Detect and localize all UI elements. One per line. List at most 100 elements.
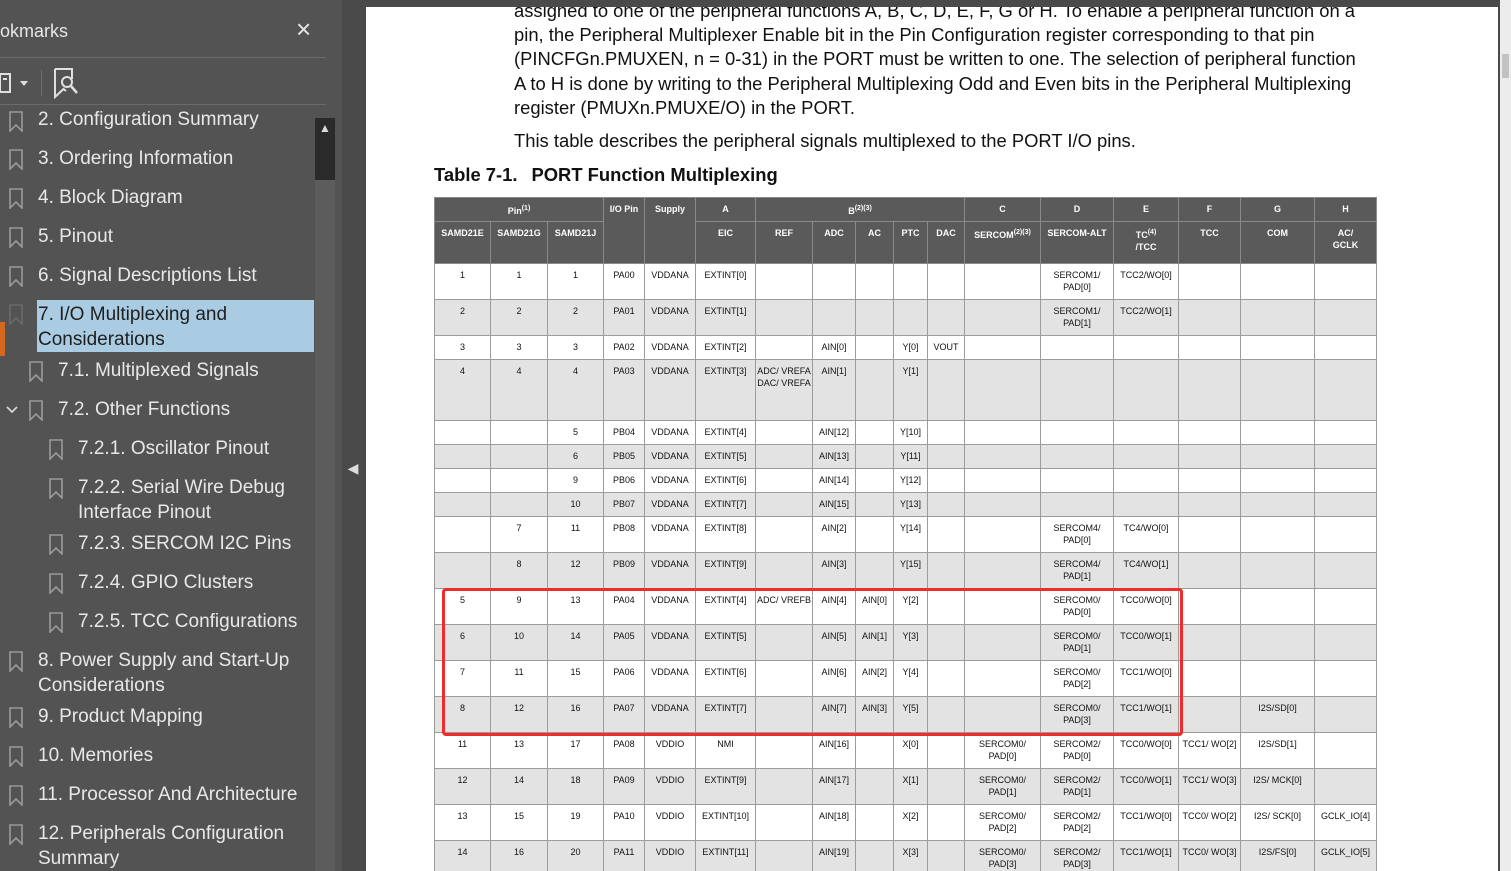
header-h: H bbox=[1314, 197, 1377, 222]
table-cell: 1 bbox=[434, 263, 491, 300]
table-cell: VDDANA bbox=[644, 624, 696, 661]
bookmark-item-power-supply[interactable]: 8. Power Supply and Start-Up Considerati… bbox=[0, 648, 314, 700]
header-c: C bbox=[964, 197, 1041, 222]
bookmark-item-other-functions[interactable]: 7.2. Other Functions bbox=[0, 397, 314, 423]
bookmark-label: 3. Ordering Information bbox=[38, 148, 234, 169]
table-cell: PA06 bbox=[603, 660, 645, 697]
collapse-panel-arrow-icon[interactable]: ◀ bbox=[345, 456, 361, 480]
find-bookmark-button[interactable] bbox=[52, 67, 82, 100]
table-cell: AIN[0] bbox=[855, 588, 894, 625]
table-cell: Y[13] bbox=[893, 492, 928, 517]
table-cell: I2S/FS[0] bbox=[1240, 840, 1315, 871]
table-cell: AIN[15] bbox=[812, 492, 856, 517]
table-cell: VDDANA bbox=[644, 516, 696, 553]
table-cell: 3 bbox=[490, 335, 548, 360]
table-cell bbox=[1314, 552, 1377, 589]
table-cell bbox=[927, 420, 965, 445]
table-cell bbox=[1314, 335, 1377, 360]
scroll-up-icon[interactable]: ▲ bbox=[315, 118, 335, 138]
bookmark-item-oscillator-pinout[interactable]: 7.2.1. Oscillator Pinout bbox=[0, 436, 314, 462]
bookmark-icon bbox=[9, 746, 23, 767]
table-cell: TCC0/ WO[2] bbox=[1178, 804, 1241, 841]
bookmark-item-block-diagram[interactable]: 4. Block Diagram bbox=[0, 185, 314, 211]
table-cell: AIN[7] bbox=[812, 696, 856, 733]
bookmark-item-ordering-information[interactable]: 3. Ordering Information bbox=[0, 146, 314, 172]
table-cell bbox=[1178, 468, 1241, 493]
table-cell bbox=[855, 804, 894, 841]
table-cell: TCC0/WO[1] bbox=[1113, 768, 1179, 805]
table-cell bbox=[1113, 492, 1179, 517]
table-cell: PA10 bbox=[603, 804, 645, 841]
bookmark-item-peripherals-configuration[interactable]: 12. Peripherals Configuration Summary bbox=[0, 821, 314, 871]
table-cell bbox=[812, 299, 856, 336]
footnote-ref: (2)(3) bbox=[1013, 229, 1031, 236]
close-panel-button[interactable]: × bbox=[296, 16, 311, 42]
document-scrollbar[interactable] bbox=[1500, 0, 1511, 871]
table-cell bbox=[1178, 588, 1241, 625]
table-cell: SERCOM0/ PAD[0] bbox=[964, 732, 1041, 769]
table-cell bbox=[1040, 492, 1114, 517]
bookmark-item-memories[interactable]: 10. Memories bbox=[0, 743, 314, 769]
table-cell: 11 bbox=[547, 516, 604, 553]
header-text: Pin bbox=[507, 206, 522, 216]
bookmark-item-serial-wire-debug[interactable]: 7.2.2. Serial Wire Debug Interface Pinou… bbox=[0, 475, 314, 527]
bookmark-item-configuration-summary[interactable]: 2. Configuration Summary bbox=[0, 107, 314, 133]
bookmark-label: 7.2.2. Serial Wire Debug Interface Pinou… bbox=[78, 475, 285, 525]
table-cell: VDDIO bbox=[644, 768, 696, 805]
bookmark-item-processor-architecture[interactable]: 11. Processor And Architecture bbox=[0, 782, 314, 808]
bookmark-icon bbox=[29, 400, 43, 421]
table-cell bbox=[1178, 359, 1241, 421]
table-cell: 14 bbox=[490, 768, 548, 805]
footnote-ref: (4) bbox=[1147, 229, 1157, 236]
table-cell bbox=[1314, 492, 1377, 517]
table-header-row: Pin(1) I/O Pin Supply A B(2)(3) C D E F … bbox=[434, 197, 1377, 264]
table-cell bbox=[1240, 263, 1315, 300]
table-cell: VDDANA bbox=[644, 660, 696, 697]
table-cell bbox=[1178, 516, 1241, 553]
table-cell: I2S/SD[1] bbox=[1240, 732, 1315, 769]
text-line: pin, the Peripheral Multiplexer Enable b… bbox=[514, 24, 1315, 46]
table-cell bbox=[755, 840, 813, 871]
bookmark-options-button[interactable] bbox=[0, 71, 34, 95]
table-cell bbox=[755, 468, 813, 493]
table-cell bbox=[755, 768, 813, 805]
table-row: 10 PB07 VDDANA EXTINT[7] AIN[15] Y[13] bbox=[434, 492, 1377, 517]
table-cell: I2S/ SCK[0] bbox=[1240, 804, 1315, 841]
bookmark-label-line: Considerations bbox=[38, 675, 165, 696]
table-cell: 5 bbox=[434, 588, 491, 625]
header-g: G bbox=[1240, 197, 1315, 222]
header-samd21j: SAMD21J bbox=[547, 221, 604, 264]
table-row: 1 1 1 PA00 VDDANA EXTINT[0] SERCOM1/ PAD[0] TCC… bbox=[434, 263, 1377, 300]
table-cell bbox=[812, 263, 856, 300]
table-cell: PA04 bbox=[603, 588, 645, 625]
table-row: 6 PB05 VDDANA EXTINT[5] AIN[13] Y[11] bbox=[434, 444, 1377, 469]
table-cell: PB09 bbox=[603, 552, 645, 589]
bookmark-item-gpio-clusters[interactable]: 7.2.4. GPIO Clusters bbox=[0, 570, 314, 596]
bookmark-item-pinout[interactable]: 5. Pinout bbox=[0, 224, 314, 250]
chevron-down-icon[interactable] bbox=[6, 406, 18, 414]
table-cell: EXTINT[5] bbox=[695, 444, 756, 469]
table-cell: VDDANA bbox=[644, 468, 696, 493]
scrollbar-thumb[interactable] bbox=[315, 180, 335, 871]
bookmark-item-io-multiplexing[interactable]: 7. I/O Multiplexing and Considerations bbox=[0, 300, 314, 352]
bookmark-label: 9. Product Mapping bbox=[38, 706, 203, 727]
table-cell bbox=[1240, 468, 1315, 493]
table-cell: GCLK_IO[5] bbox=[1314, 840, 1377, 871]
bookmark-icon bbox=[49, 534, 63, 555]
bookmark-item-sercom-i2c-pins[interactable]: 7.2.3. SERCOM I2C Pins bbox=[0, 531, 314, 557]
table-cell bbox=[434, 552, 491, 589]
bookmarks-scrollbar[interactable]: ▲ bbox=[315, 118, 335, 871]
bookmark-item-signal-descriptions[interactable]: 6. Signal Descriptions List bbox=[0, 263, 314, 289]
header-samd21e: SAMD21E bbox=[434, 221, 491, 264]
table-cell: TC4/WO[1] bbox=[1113, 552, 1179, 589]
bookmark-item-product-mapping[interactable]: 9. Product Mapping bbox=[0, 704, 314, 730]
table-cell: SERCOM1/ PAD[0] bbox=[1040, 263, 1114, 300]
table-body: 1 1 1 PA00 VDDANA EXTINT[0] SERCOM1/ PAD[0] TCC… bbox=[434, 263, 1377, 871]
document-scrollbar-thumb[interactable] bbox=[1502, 54, 1509, 78]
table-cell bbox=[755, 444, 813, 469]
bookmark-item-multiplexed-signals[interactable]: 7.1. Multiplexed Signals bbox=[0, 358, 314, 384]
bookmark-icon bbox=[9, 149, 23, 170]
table-cell: SERCOM4/ PAD[0] bbox=[1040, 516, 1114, 553]
bookmark-item-tcc-configurations[interactable]: 7.2.5. TCC Configurations bbox=[0, 609, 314, 635]
table-cell bbox=[490, 492, 548, 517]
